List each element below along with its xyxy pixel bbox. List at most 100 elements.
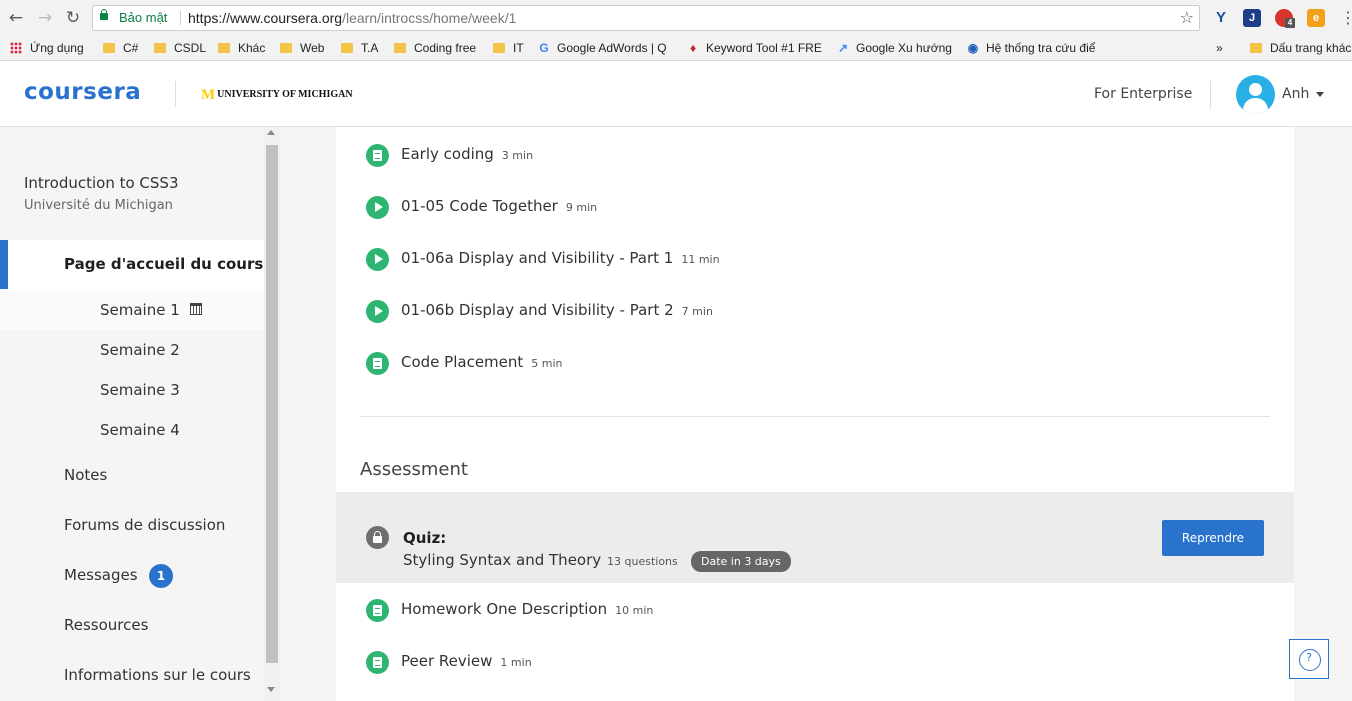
lesson-duration: 11 min <box>681 253 720 266</box>
url-path: /learn/introcss/home/week/1 <box>342 10 517 26</box>
section-divider <box>360 416 1270 417</box>
bookmark-tra-cuu[interactable]: ◉ Hệ thống tra cứu điể <box>966 40 1096 56</box>
globe-icon: ◉ <box>967 41 979 55</box>
url-text[interactable]: https://www.coursera.org/learn/introcss/… <box>188 6 516 30</box>
folder-icon <box>218 43 230 53</box>
google-icon: G <box>539 41 549 55</box>
sidebar-item-week-4[interactable]: Semaine 4 <box>100 421 180 439</box>
user-name[interactable]: Anh <box>1282 86 1309 102</box>
other-bookmarks[interactable]: Dấu trang khác <box>1250 40 1351 56</box>
bookmark-folder-csdl[interactable]: CSDL <box>154 40 206 56</box>
retake-button[interactable]: Reprendre <box>1162 520 1264 556</box>
vimeo-extension-icon[interactable]: Y <box>1212 9 1230 27</box>
partner-logo[interactable]: M UNIVERSITY OF MICHIGAN <box>201 87 353 104</box>
scroll-up-icon[interactable] <box>267 130 275 135</box>
lesson-duration: 10 min <box>615 604 654 617</box>
bookmark-label: Google AdWords | Q <box>557 41 667 55</box>
bookmark-label: Hệ thống tra cứu điể <box>986 41 1096 55</box>
red-extension-icon[interactable]: 4 <box>1275 9 1295 28</box>
back-icon[interactable]: ← <box>6 8 26 28</box>
url-separator <box>180 11 181 25</box>
chrome-menu-icon[interactable]: ⋮ <box>1340 8 1352 27</box>
lesson-duration: 3 min <box>501 149 534 162</box>
sidebar-item-week-1[interactable]: Semaine 1 <box>100 301 180 319</box>
site-header: coursera M UNIVERSITY OF MICHIGAN For Ent… <box>0 62 1352 127</box>
bookmark-label: IT <box>513 41 524 55</box>
bookmark-folder-web[interactable]: Web <box>280 40 324 56</box>
enterprise-link[interactable]: For Enterprise <box>1094 86 1192 102</box>
coursera-logo[interactable]: coursera <box>24 79 141 105</box>
lesson-duration: 1 min <box>500 656 532 669</box>
help-icon: ? <box>1306 651 1312 664</box>
trends-icon: ↗ <box>837 41 849 55</box>
messages-count-badge: 1 <box>149 564 173 588</box>
user-icon <box>1249 83 1262 96</box>
chevron-down-icon[interactable] <box>1316 92 1324 97</box>
bookmark-label: C# <box>123 41 139 55</box>
bookmark-folder-coding-free[interactable]: Coding free <box>394 40 476 56</box>
folder-icon <box>394 43 406 53</box>
apps-grid-icon <box>10 42 22 54</box>
browser-toolbar: ← → ↻ Bảo mật https://www.coursera.org/l… <box>0 0 1352 36</box>
scroll-down-icon[interactable] <box>267 687 275 692</box>
sidebar-item-forums[interactable]: Forums de discussion <box>64 516 225 534</box>
lesson-title: Peer Review <box>401 652 493 670</box>
sidebar-item-messages[interactable]: Messages <box>64 566 138 584</box>
sidebar-item-week-2[interactable]: Semaine 2 <box>100 341 180 359</box>
bookmark-folder-ta[interactable]: T.A <box>341 40 378 56</box>
bookmark-apps[interactable]: Ứng dụng <box>10 40 84 56</box>
play-icon <box>366 196 389 219</box>
lock-icon <box>366 526 389 549</box>
course-title[interactable]: Introduction to CSS3 <box>24 174 179 192</box>
extension-badge: 4 <box>1285 18 1295 28</box>
user-icon-body <box>1243 98 1268 114</box>
play-icon <box>366 248 389 271</box>
folder-icon <box>280 43 292 53</box>
bookmark-label: Khác <box>238 41 266 55</box>
sidebar-item-course-home[interactable]: Page d'accueil du cours <box>0 240 264 289</box>
lesson-duration: 9 min <box>565 201 598 214</box>
bookmark-folder-csharp[interactable]: C# <box>103 40 138 56</box>
sidebar-item-notes[interactable]: Notes <box>64 466 107 484</box>
j-extension-icon[interactable]: J <box>1243 9 1261 27</box>
reload-icon[interactable]: ↻ <box>63 8 83 28</box>
folder-icon <box>103 43 115 53</box>
e-extension-icon[interactable]: e <box>1307 9 1325 27</box>
sidebar-item-course-info[interactable]: Informations sur le cours <box>64 666 251 684</box>
url-bar[interactable]: Bảo mật https://www.coursera.org/learn/i… <box>92 5 1200 31</box>
bookmark-label: Keyword Tool #1 FRE <box>706 41 822 55</box>
avatar[interactable] <box>1236 75 1275 114</box>
help-button[interactable]: ? <box>1289 639 1329 679</box>
bookmark-star-icon[interactable]: ☆ <box>1180 6 1194 30</box>
lesson-title: 01-06a Display and Visibility - Part 1 <box>401 249 674 267</box>
course-university: Université du Michigan <box>24 198 173 213</box>
sidebar-scrollbar-thumb[interactable] <box>266 145 278 663</box>
url-host: https://www.coursera.org <box>188 10 343 26</box>
quiz-type-label: Quiz: <box>403 529 447 547</box>
bookmark-google-adwords[interactable]: G Google AdWords | Q <box>537 40 667 56</box>
bookmark-label: Ứng dụng <box>30 41 84 55</box>
due-date-badge: Date in 3 days <box>691 551 791 572</box>
quiz-question-count: 13 questions <box>607 555 678 568</box>
bookmark-keyword-tool[interactable]: ♦ Keyword Tool #1 FRE <box>686 40 822 56</box>
bookmarks-overflow[interactable]: » <box>1216 40 1223 56</box>
lesson-title: Code Placement <box>401 353 524 371</box>
lesson-duration: 7 min <box>681 305 713 318</box>
bookmark-label: CSDL <box>174 41 207 55</box>
bookmark-label: Google Xu hướng <box>856 41 952 55</box>
lesson-title: 01-06b Display and Visibility - Part 2 <box>401 301 674 319</box>
lesson-title: Early coding <box>401 145 494 163</box>
sidebar-item-resources[interactable]: Ressources <box>64 616 148 634</box>
quiz-row[interactable] <box>336 492 1294 583</box>
bookmark-folder-it[interactable]: IT <box>493 40 524 56</box>
bookmark-google-trends[interactable]: ↗ Google Xu hướng <box>836 40 952 56</box>
forward-icon[interactable]: → <box>35 8 55 28</box>
sidebar-item-week-3[interactable]: Semaine 3 <box>100 381 180 399</box>
quiz-title[interactable]: Styling Syntax and Theory <box>403 551 601 569</box>
partner-name: UNIVERSITY OF MICHIGAN <box>217 89 353 100</box>
calendar-icon <box>190 303 202 315</box>
lock-icon <box>100 9 108 20</box>
header-divider <box>1210 81 1211 109</box>
bookmark-folder-khac[interactable]: Khác <box>218 40 265 56</box>
bookmark-label: Web <box>300 41 325 55</box>
